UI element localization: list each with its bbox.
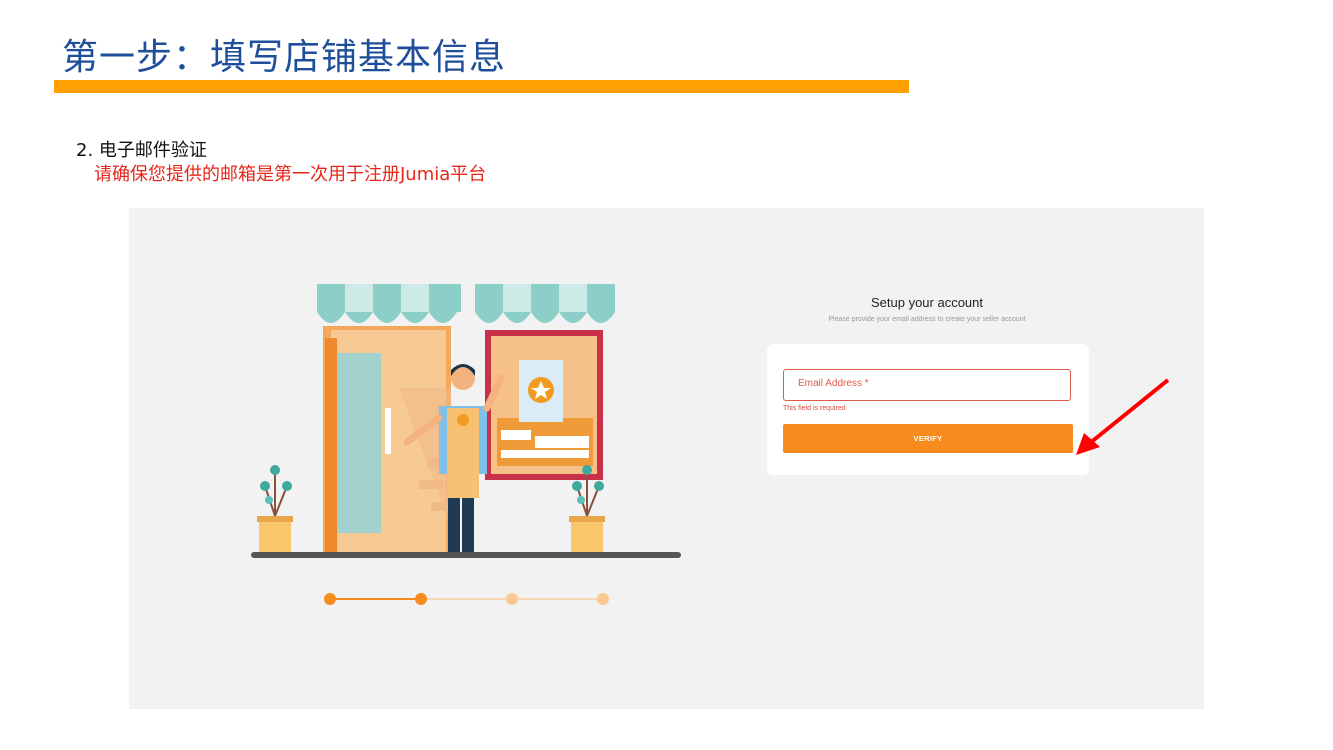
step-label: 2. 电子邮件验证 bbox=[76, 140, 207, 161]
red-arrow-annotation bbox=[1076, 378, 1170, 455]
form-subheading: Please provide your email address to cre… bbox=[828, 316, 1026, 323]
progress-step-3 bbox=[506, 593, 518, 605]
email-error-message: This field is required bbox=[783, 405, 846, 412]
onboarding-progress-indicator bbox=[324, 593, 609, 605]
title-underline-bar bbox=[54, 80, 909, 93]
slide-title: 第一步：填写店铺基本信息 bbox=[62, 37, 507, 78]
email-field[interactable]: Email Address * bbox=[783, 369, 1071, 401]
progress-step-4 bbox=[597, 593, 609, 605]
form-heading: Setup your account bbox=[870, 295, 984, 310]
step-note: 请确保您提供的邮箱是第一次用于注册Jumia平台 bbox=[94, 164, 487, 185]
account-form-card: Email Address * This field is required V… bbox=[767, 344, 1089, 475]
storefront-illustration bbox=[251, 284, 681, 558]
seller-center-screenshot: Setup your account Please provide your e… bbox=[129, 208, 1204, 709]
progress-step-1 bbox=[324, 593, 336, 605]
verify-button[interactable]: VERIFY bbox=[783, 424, 1073, 453]
progress-step-2 bbox=[415, 593, 427, 605]
